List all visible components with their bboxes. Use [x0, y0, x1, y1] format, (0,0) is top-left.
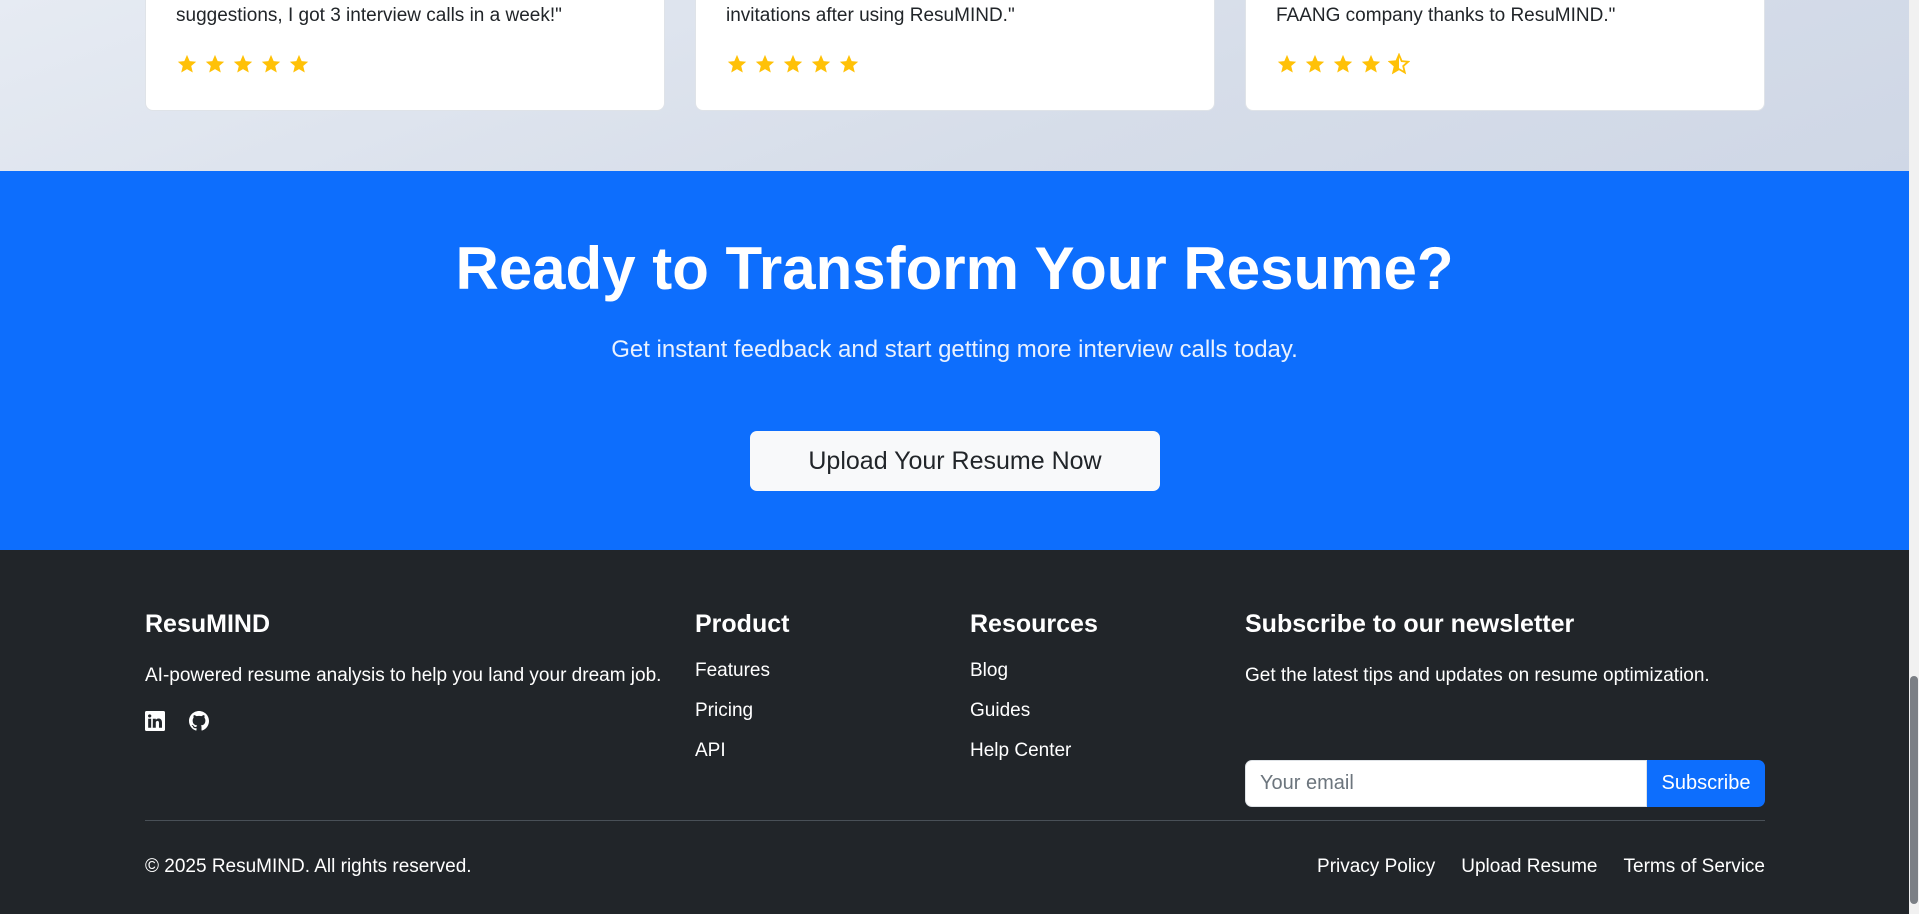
- social-links: [145, 711, 665, 731]
- newsletter-email-input[interactable]: [1245, 760, 1647, 807]
- star-full-icon: [205, 54, 225, 73]
- cta-section: Ready to Transform Your Resume? Get inst…: [0, 171, 1909, 550]
- testimonial-quote: invitations after using ResuMIND.": [726, 5, 1015, 26]
- privacy-policy-link[interactable]: Privacy Policy: [1317, 856, 1435, 878]
- upload-resume-link[interactable]: Upload Resume: [1461, 856, 1597, 878]
- testimonial-quote: suggestions, I got 3 interview calls in …: [176, 5, 562, 26]
- footer-resources-column: Resources Blog Guides Help Center: [970, 610, 1098, 781]
- footer-divider: [145, 820, 1765, 821]
- footer-product-column: Product Features Pricing API: [695, 610, 789, 781]
- subscribe-button[interactable]: Subscribe: [1647, 760, 1765, 807]
- star-full-icon: [1305, 54, 1325, 73]
- footer-product-heading: Product: [695, 610, 790, 638]
- testimonial-card: suggestions, I got 3 interview calls in …: [145, 0, 665, 111]
- linkedin-icon[interactable]: [145, 711, 165, 731]
- cta-subtitle: Get instant feedback and start getting m…: [611, 336, 1298, 363]
- footer-link-features[interactable]: Features: [695, 661, 789, 681]
- footer-link-help-center[interactable]: Help Center: [970, 741, 1098, 761]
- newsletter-form: Subscribe: [1245, 760, 1765, 807]
- testimonial-card: FAANG company thanks to ResuMIND.": [1245, 0, 1765, 111]
- star-full-icon: [233, 54, 253, 73]
- legal-links: Privacy Policy Upload Resume Terms of Se…: [1317, 856, 1765, 878]
- site-footer: ResuMIND AI-powered resume analysis to h…: [0, 550, 1909, 914]
- footer-link-api[interactable]: API: [695, 741, 789, 761]
- testimonials-section: suggestions, I got 3 interview calls in …: [0, 0, 1909, 171]
- star-full-icon: [261, 54, 281, 73]
- star-full-icon: [289, 54, 309, 73]
- cta-title: Ready to Transform Your Resume?: [455, 235, 1454, 302]
- star-full-icon: [177, 54, 197, 73]
- star-full-icon: [1361, 54, 1381, 73]
- footer-brand-column: ResuMIND AI-powered resume analysis to h…: [145, 610, 665, 731]
- star-full-icon: [755, 54, 775, 73]
- star-full-icon: [839, 54, 859, 73]
- newsletter-description: Get the latest tips and updates on resum…: [1245, 665, 1710, 686]
- star-full-icon: [1333, 54, 1353, 73]
- star-full-icon: [811, 54, 831, 73]
- terms-of-service-link[interactable]: Terms of Service: [1624, 856, 1765, 878]
- github-icon[interactable]: [189, 711, 209, 731]
- scrollbar-thumb[interactable]: [1910, 676, 1918, 904]
- footer-link-blog[interactable]: Blog: [970, 661, 1098, 681]
- star-rating: [176, 53, 310, 75]
- upload-resume-button[interactable]: Upload Your Resume Now: [750, 431, 1160, 491]
- footer-link-guides[interactable]: Guides: [970, 701, 1098, 721]
- footer-brand-description: AI-powered resume analysis to help you l…: [145, 665, 662, 686]
- star-rating: [726, 53, 860, 75]
- star-full-icon: [727, 54, 747, 73]
- copyright-text: © 2025 ResuMIND. All rights reserved.: [145, 856, 472, 877]
- footer-resources-heading: Resources: [970, 610, 1098, 638]
- testimonial-quote: FAANG company thanks to ResuMIND.": [1276, 5, 1616, 26]
- star-half-icon: [1388, 53, 1410, 75]
- page-scrollbar[interactable]: [1909, 0, 1919, 914]
- footer-link-pricing[interactable]: Pricing: [695, 701, 789, 721]
- star-rating: [1276, 53, 1410, 75]
- footer-brand-name: ResuMIND: [145, 610, 271, 638]
- testimonial-card: invitations after using ResuMIND.": [695, 0, 1215, 111]
- star-full-icon: [783, 54, 803, 73]
- footer-newsletter-column: Subscribe to our newsletter Get the late…: [1245, 610, 1765, 807]
- newsletter-heading: Subscribe to our newsletter: [1245, 610, 1575, 638]
- star-full-icon: [1277, 54, 1297, 73]
